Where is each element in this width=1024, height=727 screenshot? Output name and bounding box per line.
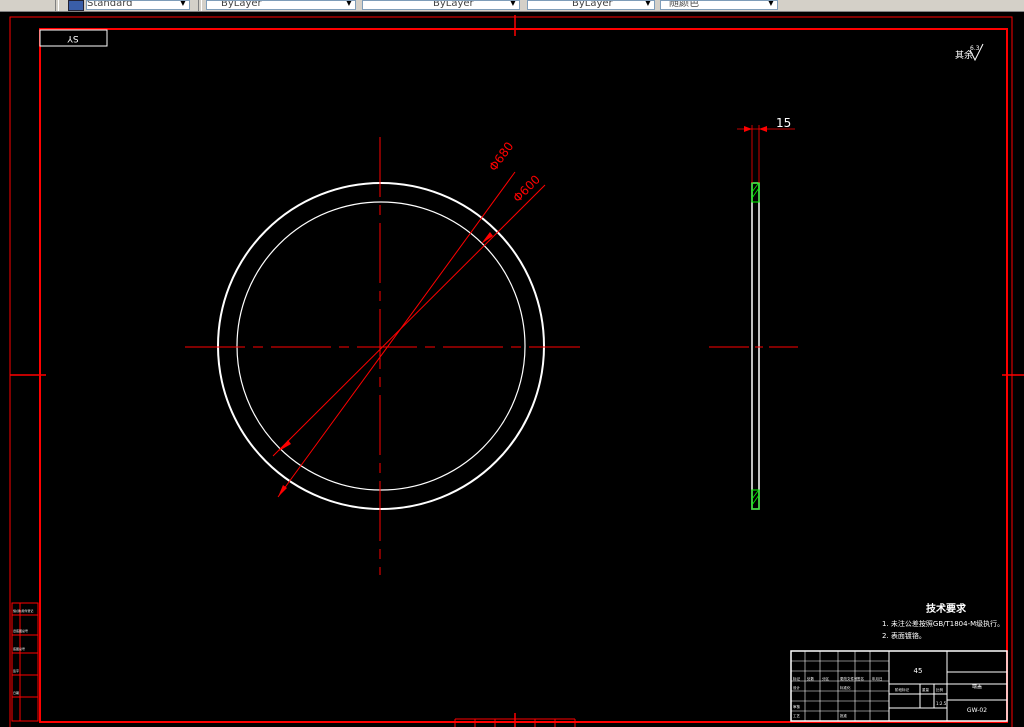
title-block-label: 更改文件号 [840,676,858,681]
outer-frame [9,16,1013,727]
toolbar-separator [198,0,202,11]
arrow-icon [759,126,767,132]
outer-circle [217,182,545,510]
side-table: 借(通)用件登记 旧底图总号 底图总号 签字 日期 [11,602,39,722]
title-block-label: 审核 [793,704,801,709]
dim-thickness-label: 15 [776,116,791,130]
title-block-label: 工艺 [793,713,801,718]
chevron-down-icon: ▼ [345,0,352,7]
arrow-icon [744,126,752,132]
scale-label: 1:2.5 [936,701,947,706]
title-block-label: 处数 [807,676,815,681]
title-block-label: 标准化 [840,685,851,690]
linetype-value: ByLayer [433,0,474,9]
title-block-label: 设计 [793,685,801,690]
chevron-down-icon: ▼ [179,0,186,7]
title-block-label: 阶段标记 [895,687,909,692]
title-block-label: 比例 [936,687,944,692]
dim-outer-label: Φ680 [486,139,516,173]
tech-requirement-item: 2. 表面镀铬。 [882,631,926,640]
front-view: Φ680 Φ600 [185,137,580,575]
tech-requirements: 技术要求 1. 未注公差按照GB/T1804-M级执行。 2. 表面镀铬。 [882,602,1004,640]
side-table-label: 旧底图总号 [13,628,28,633]
plot-style-dropdown[interactable]: 随颜色 ▼ [660,0,778,10]
dim-inner-label: Φ600 [510,172,543,205]
side-view: 15 [709,116,798,510]
title-block-label: 批准 [840,713,848,718]
title-block-label: 重量 [922,687,930,692]
tech-requirement-item: 1. 未注公差按照GB/T1804-M级执行。 [882,619,1004,628]
dim-line-inner [272,184,546,457]
title-block-label: 年月日 [872,676,883,681]
color-dropdown[interactable]: ByLayer ▼ [206,0,356,10]
linetype-dropdown[interactable]: ByLayer ▼ [362,0,520,10]
lineweight-dropdown[interactable]: ByLayer ▼ [527,0,655,10]
title-block-label: 签名 [857,676,864,681]
material-label: 45 [914,667,923,675]
ring-profile [751,182,760,510]
lineweight-value: ByLayer [572,0,613,9]
chevron-down-icon: ▼ [767,0,774,7]
side-table-label: 底图总号 [13,646,25,651]
arrow-icon [279,440,291,451]
inner-circle [236,201,526,491]
title-block-label: 标记 [793,676,801,681]
roughness-symbol: 其余 6.3 [955,43,984,62]
text-style-dropdown[interactable]: Standard ▼ [86,0,190,10]
tech-requirements-title: 技术要求 [926,602,967,615]
color-value: ByLayer [221,0,262,9]
toolbar-separator [55,0,59,11]
side-table-label: 签字 [13,668,19,673]
dim-line-outer [277,171,516,498]
chevron-down-icon: ▼ [509,0,516,7]
side-table-label: 日期 [13,690,19,695]
text-style-value: Standard [87,0,133,9]
drawing-canvas[interactable]: SY 其余 6.3 Φ680 Φ600 15 技术要求 1. 未注公差按照GB/… [0,11,1024,727]
part-name: 端盖 [972,683,982,690]
title-block: 标记 处数 分区 更改文件号 签名 年月日 设计 标准化 阶段标记 重量 比例 … [790,650,1008,722]
roughness-value: 6.3 [970,45,980,52]
plot-style-value: 随颜色 [669,0,699,9]
chevron-down-icon: ▼ [644,0,651,7]
drawing-number: GW-02 [967,707,987,714]
title-block-label: 分区 [822,676,830,681]
text-style-icon[interactable] [68,0,84,11]
corner-label: SY [67,33,79,43]
side-table-label: 借(通)用件登记 [13,608,33,613]
inner-frame [39,28,1008,723]
